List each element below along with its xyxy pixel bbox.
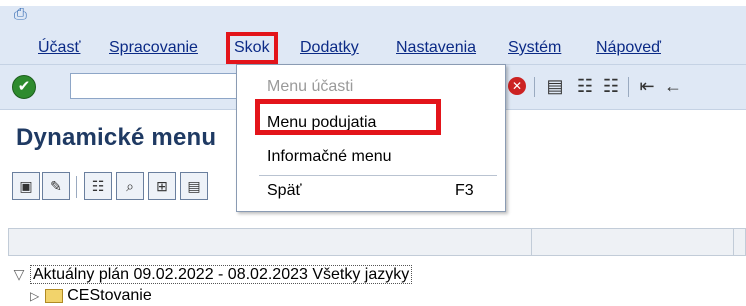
menu-bar: ⎙ Účasť Spracovanie Skok Dodatky Nastave… <box>0 6 746 65</box>
enter-icon[interactable]: ✔ <box>12 75 36 99</box>
menu-nastavenia[interactable]: Nastavenia <box>394 36 478 60</box>
menu-item-informacne-menu[interactable]: Informačné menu <box>267 143 392 171</box>
menu-spracovanie[interactable]: Spracovanie <box>107 36 200 60</box>
prev-page-icon[interactable]: ← <box>662 75 684 97</box>
find-icon[interactable]: ☷ <box>574 75 596 97</box>
tree-row[interactable]: ▷ CEStovanie <box>30 286 152 306</box>
find-icon[interactable]: ☷ <box>84 172 112 200</box>
toolbar-separator <box>76 176 77 198</box>
menu-separator <box>259 175 497 176</box>
expand-all-icon[interactable]: ⊞ <box>148 172 176 200</box>
tree-row[interactable]: ▽ Aktuálny plán 09.02.2022 - 08.02.2023 V… <box>8 262 746 286</box>
folder-icon <box>45 288 64 303</box>
skok-dropdown-menu: Menu účasti Menu podujatia Informačné me… <box>236 64 506 212</box>
command-field[interactable] <box>70 73 238 99</box>
search-icon[interactable]: ⌕ <box>116 172 144 200</box>
menu-item-spat[interactable]: Späť <box>267 177 301 205</box>
tree-header <box>8 228 746 256</box>
menu-ucast[interactable]: Účasť <box>36 36 82 60</box>
first-page-icon[interactable]: ⇤ <box>636 75 658 97</box>
toolbar-separator <box>628 77 629 97</box>
menu-item-spat-shortcut: F3 <box>455 182 474 199</box>
menu-napoved[interactable]: Nápoveď <box>594 36 663 60</box>
edit-icon[interactable]: ✎ <box>42 172 70 200</box>
menu-item-menu-podujatia[interactable]: Menu podujatia <box>267 109 376 137</box>
tree-row-label: Aktuálny plán 09.02.2022 - 08.02.2023 Vš… <box>30 265 413 284</box>
cancel-icon[interactable]: ✕ <box>508 77 526 95</box>
expand-icon[interactable]: ▽ <box>8 262 30 286</box>
open-icon[interactable]: ▣ <box>12 172 40 200</box>
tree-row-label: CEStovanie <box>67 287 152 304</box>
find-next-icon[interactable]: ☷ <box>600 75 622 97</box>
menu-skok[interactable]: Skok <box>226 32 278 64</box>
collapse-icon[interactable]: ▷ <box>30 289 39 303</box>
menu-dodatky[interactable]: Dodatky <box>298 36 361 60</box>
menu-system[interactable]: Systém <box>506 36 563 60</box>
menu-item-menu-ucasti: Menu účasti <box>267 78 354 95</box>
toolbar-separator <box>534 77 535 97</box>
page-title: Dynamické menu <box>16 124 217 151</box>
header-column-divider <box>531 229 532 255</box>
header-column-divider <box>733 229 734 255</box>
document-icon[interactable]: ▤ <box>180 172 208 200</box>
print-icon[interactable]: ▤ <box>544 75 566 97</box>
system-menu-icon[interactable]: ⎙ <box>14 6 36 24</box>
